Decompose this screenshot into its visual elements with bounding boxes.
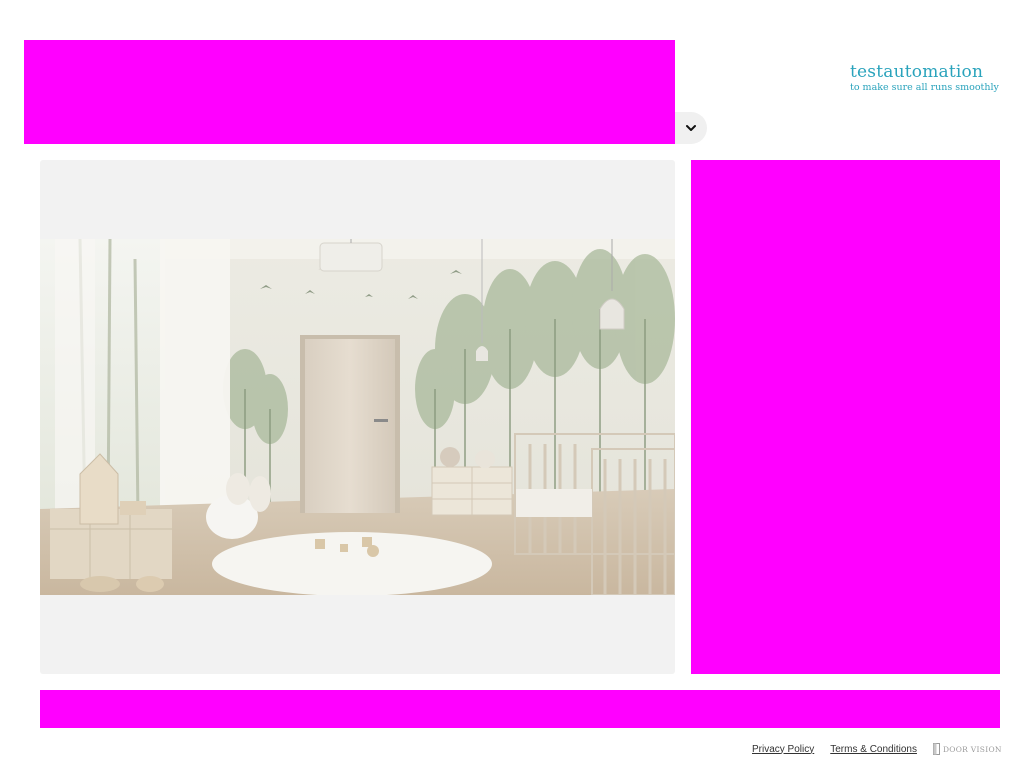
brand-name: DOOR VISION [942,744,1002,754]
bottom-bar-placeholder [40,690,1000,728]
logo-tagline: to make sure all runs smoothly [850,82,999,93]
product-image-card [40,160,675,674]
privacy-policy-link[interactable]: Privacy Policy [752,744,814,755]
top-banner-placeholder [24,40,675,144]
chevron-down-icon [686,125,696,131]
door-icon [932,743,940,755]
right-sidebar-placeholder [691,160,1000,674]
nursery-room-photo [40,239,675,595]
site-logo[interactable]: testautomation to make sure all runs smo… [850,62,999,96]
logo-wordmark: testautomation [850,62,984,82]
footer: Privacy Policy Terms & Conditions DOOR V… [752,741,1002,757]
door-vision-logo[interactable]: DOOR VISION [932,743,1002,755]
collapse-toggle-button[interactable] [659,112,707,144]
terms-conditions-link[interactable]: Terms & Conditions [830,744,917,755]
